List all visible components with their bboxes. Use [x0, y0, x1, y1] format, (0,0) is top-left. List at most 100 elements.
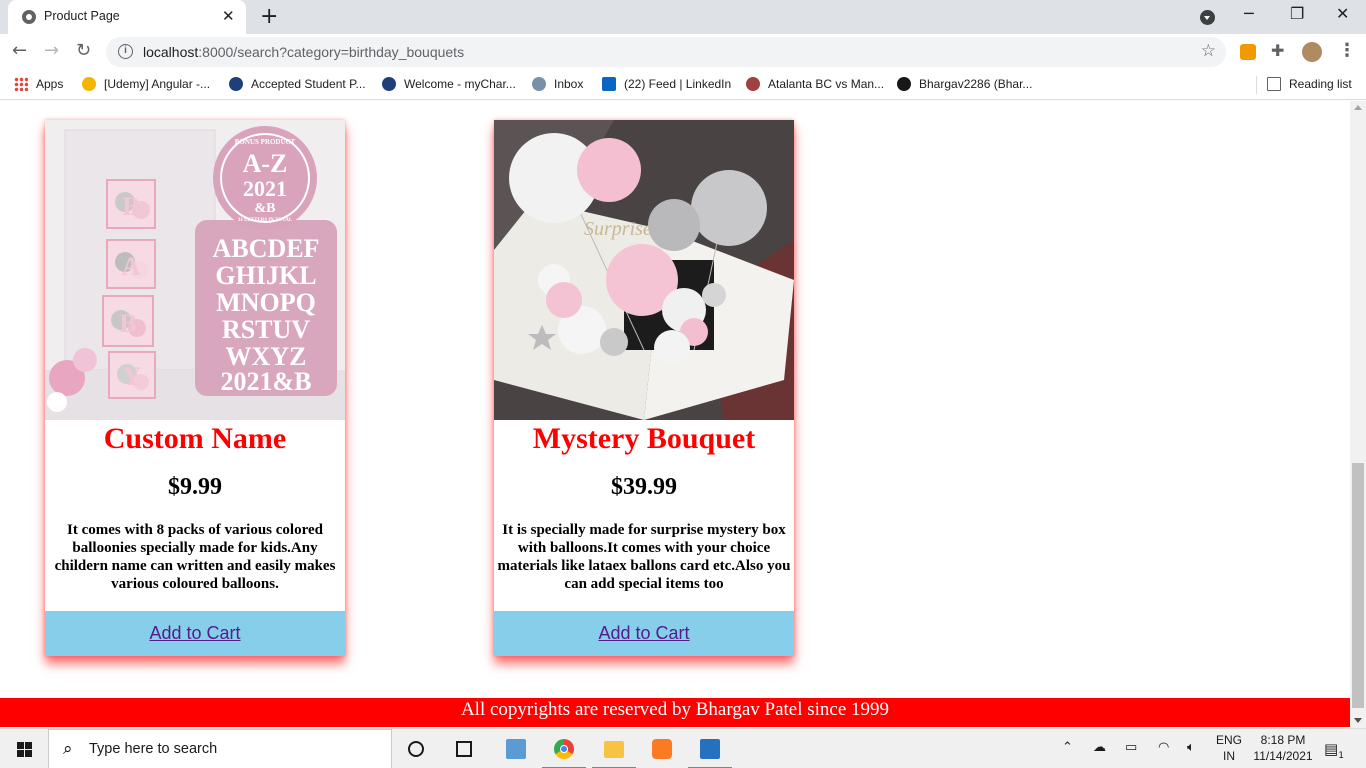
university-seal-icon — [382, 77, 396, 91]
url-host: localhost — [143, 44, 199, 60]
block-letter: B — [122, 192, 139, 221]
bookmarks-divider — [1256, 76, 1257, 94]
bookmark-linkedin[interactable]: (22) Feed | LinkedIn — [602, 77, 731, 91]
kebab-menu-icon[interactable]: ⋮ — [1338, 40, 1356, 61]
letters-line: MNOPQ — [216, 288, 316, 317]
clock-date: 11/14/2021 — [1253, 749, 1313, 763]
bookmark-mycharlotte[interactable]: Welcome - myChar... — [382, 77, 516, 91]
chrome-center-icon — [560, 745, 568, 753]
product-description: It comes with 8 packs of various colored… — [54, 522, 336, 592]
url-text[interactable]: localhost:8000/search?category=birthday_… — [143, 44, 464, 60]
extension-icon[interactable] — [1240, 44, 1256, 60]
lightbulb-icon — [82, 77, 96, 91]
windows-logo-icon — [17, 742, 32, 757]
reading-list-icon — [1267, 77, 1281, 91]
bookmark-github[interactable]: Bhargav2286 (Bhar... — [897, 77, 1032, 91]
address-bar[interactable]: i localhost:8000/search?category=birthda… — [106, 37, 1226, 67]
system-clock[interactable]: 8:18 PM 11/14/2021 — [1246, 732, 1320, 764]
tab-title: Product Page — [44, 9, 120, 23]
cortana-circle-icon — [408, 741, 424, 757]
product-description: It is specially made for surprise myster… — [497, 522, 791, 592]
task-view-button[interactable] — [440, 729, 488, 768]
product-card: Surprise Mystery Bouquet $39.99 It is sp… — [494, 120, 794, 656]
letters-line: GHIJKL — [215, 261, 316, 290]
bookmarks-bar: Apps [Udemy] Angular -... Accepted Stude… — [0, 70, 1366, 100]
site-info-icon[interactable]: i — [118, 44, 133, 59]
product-name: Custom Name — [103, 422, 287, 455]
letters-line: 2021&B — [221, 367, 312, 396]
bookmark-star-icon[interactable]: ☆ — [1201, 41, 1216, 61]
browser-tab-product-page[interactable]: Product Page ✕ — [8, 0, 246, 34]
window-close-button[interactable]: ✕ — [1336, 4, 1349, 23]
block-letter: Y — [123, 362, 142, 391]
puzzle-extensions-icon[interactable]: ✚ — [1271, 41, 1284, 60]
task-view-icon — [456, 741, 472, 757]
page-scrollbar[interactable] — [1350, 101, 1366, 728]
page-footer: All copyrights are reserved by Bhargav P… — [0, 698, 1350, 727]
taskbar-app-xampp[interactable] — [638, 729, 686, 768]
url-path: :8000/search?category=birthday_bouquets — [198, 44, 465, 60]
back-arrow-icon[interactable]: ← — [12, 40, 27, 61]
letters-line: RSTUV — [222, 315, 310, 344]
reading-list-button[interactable]: Reading list — [1267, 77, 1352, 91]
bookmark-apps[interactable]: Apps — [14, 77, 63, 91]
browser-toolbar: ← → ↻ i localhost:8000/search?category=b… — [0, 34, 1366, 70]
add-to-cart-button[interactable]: Add to Cart — [494, 611, 794, 656]
badge-amp-text: &B — [255, 201, 276, 216]
bookmark-udemy[interactable]: [Udemy] Angular -... — [82, 77, 210, 91]
university-seal-icon — [229, 77, 243, 91]
show-hidden-icons-chevron-icon[interactable]: ⌃ — [1062, 740, 1073, 755]
language-indicator[interactable]: ENG IN — [1212, 732, 1246, 764]
bookmark-atalanta[interactable]: Atalanta BC vs Man... — [746, 77, 884, 91]
taskbar-app-network[interactable] — [492, 729, 540, 768]
badge-main-text: A-Z — [243, 149, 288, 178]
taskbar-search-box[interactable]: ⌕ Type here to search — [48, 729, 392, 768]
sports-icon — [746, 77, 760, 91]
start-button[interactable] — [0, 729, 48, 768]
letters-line: ABCDEF — [213, 234, 320, 263]
forward-arrow-icon[interactable]: → — [44, 40, 59, 61]
onedrive-cloud-icon[interactable]: ☁ — [1093, 740, 1106, 755]
windows-taskbar: ⌕ Type here to search ⌃ ☁ ▭ ◠ 🔈︎ ENG IN … — [0, 728, 1366, 768]
xampp-icon — [652, 739, 672, 759]
folder-icon — [604, 741, 624, 758]
cortana-button[interactable] — [392, 729, 440, 768]
profile-avatar[interactable] — [1302, 42, 1322, 62]
reload-icon[interactable]: ↻ — [76, 40, 91, 61]
notification-count: 1 — [1338, 751, 1344, 761]
scroll-up-arrow-icon[interactable] — [1354, 105, 1362, 110]
powershell-icon — [700, 739, 720, 759]
bookmark-accepted-student[interactable]: Accepted Student P... — [229, 77, 366, 91]
restore-button[interactable]: ❐ — [1290, 4, 1304, 23]
taskbar-app-file-explorer[interactable] — [590, 729, 638, 768]
tab-search-icon[interactable] — [1200, 10, 1215, 25]
product-image-mystery-bouquet[interactable]: Surprise — [494, 120, 794, 420]
add-to-cart-button[interactable]: Add to Cart — [45, 611, 345, 656]
taskbar-app-powershell[interactable] — [686, 729, 734, 768]
search-placeholder: Type here to search — [89, 741, 218, 757]
tab-close-icon[interactable]: ✕ — [222, 7, 235, 25]
volume-icon[interactable]: 🔈︎ — [1187, 740, 1195, 755]
apps-grid-icon — [14, 77, 28, 91]
badge-top-text: BONUS PRODUCT — [235, 138, 296, 146]
new-tab-button[interactable]: + — [260, 4, 278, 29]
taskbar-app-chrome[interactable] — [540, 729, 588, 768]
linkedin-icon — [602, 77, 616, 91]
battery-icon[interactable]: ▭ — [1125, 740, 1137, 755]
minimize-button[interactable]: ─ — [1244, 4, 1254, 23]
product-card: B A B Y BONUS PRODUCT A-Z 2021 &B 31 LET… — [45, 120, 345, 656]
product-name: Mystery Bouquet — [532, 422, 756, 455]
bookmark-inbox[interactable]: Inbox — [532, 77, 583, 91]
scrollbar-thumb[interactable] — [1352, 463, 1364, 708]
wifi-icon[interactable]: ◠ — [1158, 740, 1169, 755]
notification-center-icon[interactable]: ▤1 — [1324, 740, 1344, 761]
product-price: $39.99 — [611, 474, 677, 500]
search-icon: ⌕ — [63, 739, 73, 759]
surprise-script-text: Surprise — [584, 218, 652, 240]
product-image-custom-name[interactable]: B A B Y BONUS PRODUCT A-Z 2021 &B 31 LET… — [45, 120, 345, 420]
block-letter: A — [122, 252, 141, 281]
tab-strip: Product Page ✕ + ─ ❐ ✕ — [0, 0, 1366, 34]
scroll-down-arrow-icon[interactable] — [1354, 718, 1362, 723]
badge-year-text: 2021 — [243, 176, 287, 201]
globe-icon — [22, 10, 36, 24]
